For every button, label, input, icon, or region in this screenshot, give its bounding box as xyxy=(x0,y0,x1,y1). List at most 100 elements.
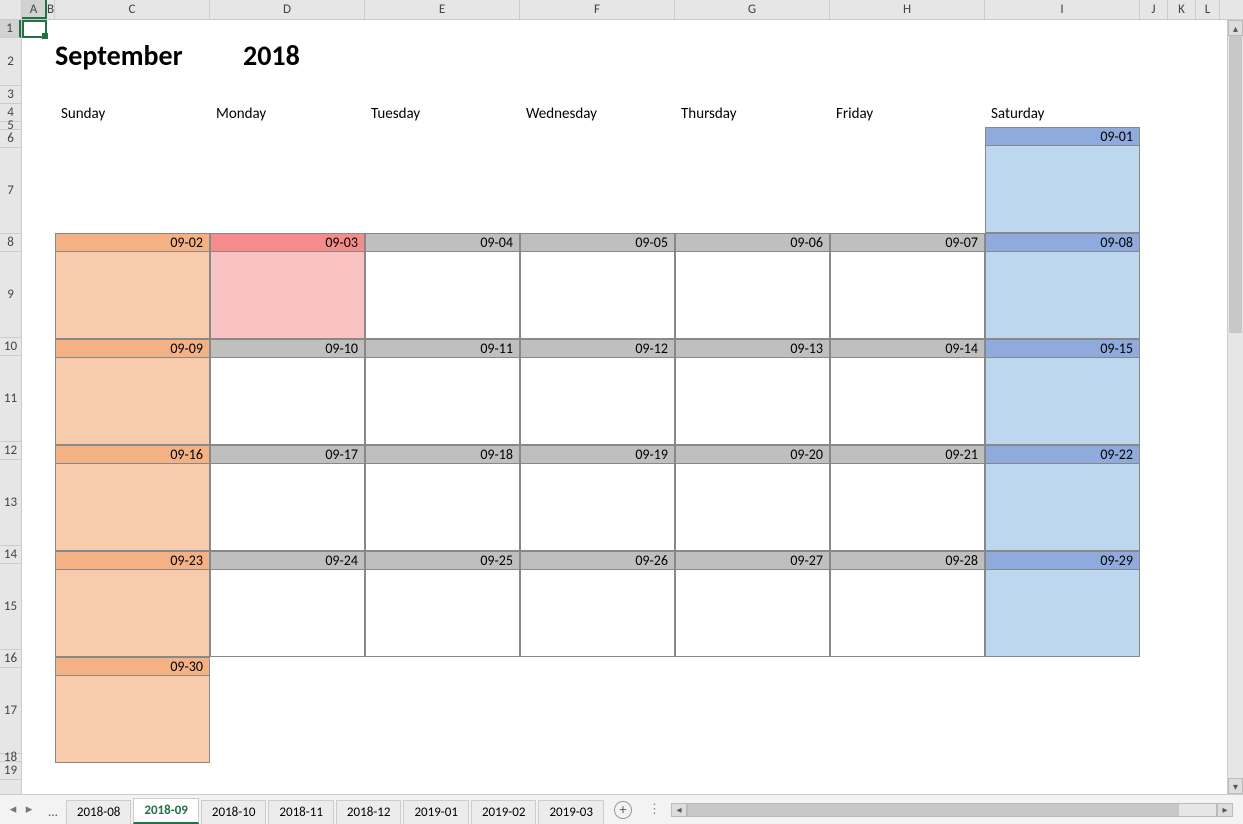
calendar-day-09-22[interactable]: 09-22 xyxy=(985,445,1140,551)
row-header-16[interactable]: 16 xyxy=(0,650,21,668)
horizontal-scrollbar[interactable]: ◂ ▸ xyxy=(671,803,1233,817)
calendar-day-body[interactable] xyxy=(831,570,984,656)
calendar-day-09-19[interactable]: 09-19 xyxy=(520,445,675,551)
col-header-I[interactable]: I xyxy=(985,0,1140,19)
calendar-day-body[interactable] xyxy=(521,464,674,550)
calendar-day-body[interactable] xyxy=(366,252,519,338)
calendar-day-09-06[interactable]: 09-06 xyxy=(675,233,830,339)
calendar-empty-cell[interactable] xyxy=(830,127,985,233)
vscroll-track[interactable] xyxy=(1228,36,1243,778)
calendar-empty-cell[interactable] xyxy=(210,657,365,763)
hscroll-right-button[interactable]: ▸ xyxy=(1217,803,1233,817)
sheet-tab-2019-02[interactable]: 2019-02 xyxy=(471,800,537,824)
calendar-empty-cell[interactable] xyxy=(210,127,365,233)
col-header-D[interactable]: D xyxy=(210,0,365,19)
calendar-day-body[interactable] xyxy=(521,570,674,656)
calendar-day-body[interactable] xyxy=(211,252,364,338)
vscroll-thumb[interactable] xyxy=(1229,36,1242,333)
scroll-down-button[interactable]: ▾ xyxy=(1228,778,1243,794)
vertical-scrollbar[interactable]: ▴ ▾ xyxy=(1227,20,1243,794)
calendar-day-09-21[interactable]: 09-21 xyxy=(830,445,985,551)
calendar-day-09-28[interactable]: 09-28 xyxy=(830,551,985,657)
calendar-empty-cell[interactable] xyxy=(365,657,520,763)
calendar-empty-cell[interactable] xyxy=(365,127,520,233)
calendar-day-body[interactable] xyxy=(676,464,829,550)
tab-nav-first-icon[interactable]: ◂ xyxy=(6,803,20,817)
calendar-day-09-29[interactable]: 09-29 xyxy=(985,551,1140,657)
sheet-tab-2018-08[interactable]: 2018-08 xyxy=(66,800,132,824)
hscroll-thumb[interactable] xyxy=(688,804,1179,816)
calendar-day-09-11[interactable]: 09-11 xyxy=(365,339,520,445)
calendar-empty-cell[interactable] xyxy=(675,657,830,763)
col-header-J[interactable]: J xyxy=(1140,0,1168,19)
calendar-day-body[interactable] xyxy=(366,570,519,656)
calendar-day-body[interactable] xyxy=(366,358,519,444)
col-header-E[interactable]: E xyxy=(365,0,520,19)
calendar-day-body[interactable] xyxy=(211,464,364,550)
col-header-H[interactable]: H xyxy=(830,0,985,19)
row-header-17[interactable]: 17 xyxy=(0,668,21,754)
calendar-empty-cell[interactable] xyxy=(520,127,675,233)
col-header-G[interactable]: G xyxy=(675,0,830,19)
sheet-grid[interactable]: September 2018 Sunday Monday Tuesday Wed… xyxy=(22,20,1243,794)
row-header-8[interactable]: 8 xyxy=(0,234,21,252)
calendar-day-body[interactable] xyxy=(676,252,829,338)
row-header-12[interactable]: 12 xyxy=(0,442,21,460)
calendar-day-09-20[interactable]: 09-20 xyxy=(675,445,830,551)
row-header-11[interactable]: 11 xyxy=(0,356,21,442)
calendar-empty-cell[interactable] xyxy=(830,657,985,763)
calendar-day-09-15[interactable]: 09-15 xyxy=(985,339,1140,445)
calendar-day-body[interactable] xyxy=(56,252,209,338)
row-header-9[interactable]: 9 xyxy=(0,252,21,338)
calendar-day-09-05[interactable]: 09-05 xyxy=(520,233,675,339)
calendar-day-body[interactable] xyxy=(56,676,209,762)
calendar-day-body[interactable] xyxy=(211,570,364,656)
row-header-1[interactable]: 1 xyxy=(0,20,21,38)
calendar-day-body[interactable] xyxy=(986,146,1139,232)
col-header-K[interactable]: K xyxy=(1168,0,1196,19)
calendar-day-body[interactable] xyxy=(366,464,519,550)
tab-separator-dots[interactable]: ⋮ xyxy=(640,802,671,817)
calendar-day-09-10[interactable]: 09-10 xyxy=(210,339,365,445)
col-header-C[interactable]: C xyxy=(55,0,210,19)
row-header-5[interactable]: 5 xyxy=(0,122,21,130)
calendar-day-09-02[interactable]: 09-02 xyxy=(55,233,210,339)
row-header-10[interactable]: 10 xyxy=(0,338,21,356)
calendar-day-body[interactable] xyxy=(56,358,209,444)
calendar-day-09-24[interactable]: 09-24 xyxy=(210,551,365,657)
add-sheet-button[interactable]: + xyxy=(614,801,632,819)
row-header-19[interactable]: 19 xyxy=(0,762,21,780)
calendar-day-09-25[interactable]: 09-25 xyxy=(365,551,520,657)
sheet-tab-2018-10[interactable]: 2018-10 xyxy=(201,800,267,824)
sheet-tab-2019-03[interactable]: 2019-03 xyxy=(538,800,604,824)
row-header-13[interactable]: 13 xyxy=(0,460,21,546)
row-header-15[interactable]: 15 xyxy=(0,564,21,650)
col-header-A[interactable]: A xyxy=(22,0,47,19)
calendar-day-09-14[interactable]: 09-14 xyxy=(830,339,985,445)
calendar-day-09-09[interactable]: 09-09 xyxy=(55,339,210,445)
calendar-empty-cell[interactable] xyxy=(675,127,830,233)
hscroll-left-button[interactable]: ◂ xyxy=(671,803,687,817)
calendar-day-body[interactable] xyxy=(831,252,984,338)
calendar-day-09-04[interactable]: 09-04 xyxy=(365,233,520,339)
select-all-corner[interactable] xyxy=(0,0,22,19)
calendar-day-body[interactable] xyxy=(831,464,984,550)
tab-nav-next-icon[interactable]: ▸ xyxy=(22,803,36,817)
calendar-day-09-13[interactable]: 09-13 xyxy=(675,339,830,445)
row-header-14[interactable]: 14 xyxy=(0,546,21,564)
calendar-day-body[interactable] xyxy=(521,358,674,444)
row-header-18[interactable]: 18 xyxy=(0,754,21,762)
col-header-L[interactable]: L xyxy=(1196,0,1220,19)
hscroll-track[interactable] xyxy=(687,803,1217,817)
calendar-day-body[interactable] xyxy=(56,570,209,656)
calendar-day-09-30[interactable]: 09-30 xyxy=(55,657,210,763)
calendar-day-body[interactable] xyxy=(986,358,1139,444)
calendar-day-body[interactable] xyxy=(986,464,1139,550)
calendar-day-body[interactable] xyxy=(211,358,364,444)
calendar-day-09-26[interactable]: 09-26 xyxy=(520,551,675,657)
sheet-tab-2018-12[interactable]: 2018-12 xyxy=(336,800,402,824)
calendar-day-body[interactable] xyxy=(986,252,1139,338)
calendar-day-09-12[interactable]: 09-12 xyxy=(520,339,675,445)
sheet-tab-2018-09[interactable]: 2018-09 xyxy=(133,798,199,824)
sheet-tab-2019-01[interactable]: 2019-01 xyxy=(403,800,469,824)
